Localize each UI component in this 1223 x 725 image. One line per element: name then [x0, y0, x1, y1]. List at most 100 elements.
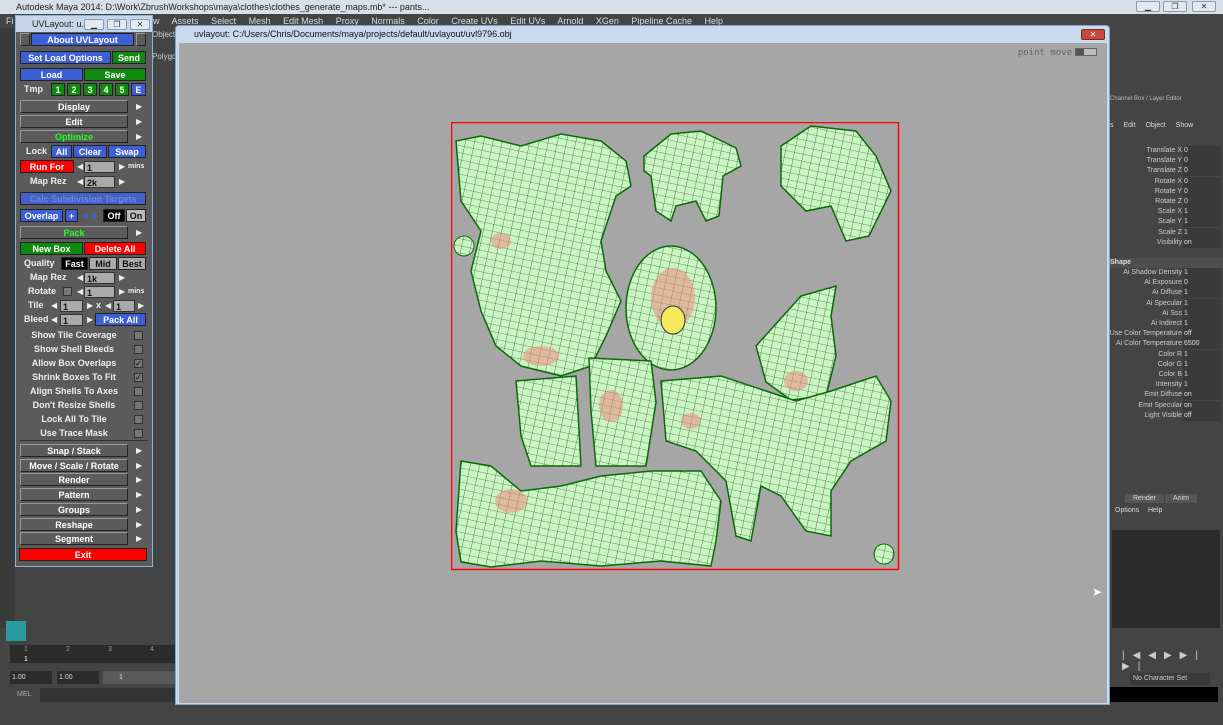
channel-row[interactable]: Translate X0 [1110, 146, 1223, 156]
channel-value[interactable]: 1 [1183, 288, 1221, 299]
lock-all-button[interactable]: All [51, 145, 72, 158]
rotate-checkbox[interactable] [63, 287, 72, 296]
panel-minimize-button[interactable]: ▁ [84, 19, 104, 30]
increment-arrow-icon[interactable]: ▶ [119, 271, 125, 284]
channel-value[interactable]: 0 [1183, 146, 1221, 156]
channel-value[interactable]: on [1183, 400, 1221, 411]
channel-row[interactable]: Ai Diffuse 1 [1110, 288, 1223, 299]
layer-menu-options[interactable]: Options [1115, 507, 1139, 514]
section-button[interactable]: Move / Scale / Rotate [20, 458, 128, 472]
command-line[interactable] [40, 688, 175, 702]
uv-shell[interactable] [455, 460, 722, 568]
tmp-slot-4[interactable]: 4 [99, 83, 113, 96]
scroll-right-handle[interactable] [136, 33, 146, 46]
channel-value[interactable]: 0 [1183, 166, 1221, 177]
tmp-slot-e[interactable]: E [131, 83, 146, 96]
calc-subdivision-targets-button[interactable]: Calc Subdivision Targets [20, 192, 146, 205]
scroll-left-handle[interactable] [20, 33, 30, 46]
uv-shell[interactable] [780, 125, 892, 242]
quality-fast[interactable]: Fast [61, 257, 88, 270]
uv-shell[interactable] [515, 375, 582, 467]
option-checkbox[interactable] [134, 415, 143, 424]
channel-value[interactable]: 1 [1183, 359, 1221, 370]
channel-row[interactable]: Light Visible off [1110, 410, 1223, 421]
increment-arrow-icon[interactable]: ▶ [87, 313, 93, 326]
expand-arrow-icon[interactable]: ▶ [136, 459, 142, 472]
channel-value[interactable]: 1 [1183, 370, 1221, 380]
save-button[interactable]: Save [84, 68, 146, 81]
expand-arrow-icon[interactable]: ▶ [136, 532, 142, 545]
channel-value[interactable]: 0 [1183, 156, 1221, 167]
channel-row[interactable]: Rotate X0 [1110, 176, 1223, 187]
panel-close-button[interactable]: ✕ [130, 19, 150, 30]
channel-row[interactable]: Ai Specular 1 [1110, 298, 1223, 309]
pack-all-button[interactable]: Pack All [95, 313, 146, 326]
expand-arrow-icon[interactable]: ▶ [136, 100, 142, 113]
optimize-section[interactable]: Optimize [20, 130, 128, 143]
channel-value[interactable]: 0 [1183, 186, 1221, 197]
channel-row[interactable]: Scale X1 [1110, 207, 1223, 218]
channel-row[interactable]: Color R1 [1110, 349, 1223, 360]
channel-row[interactable]: Translate Z0 [1110, 166, 1223, 177]
channel-row[interactable]: Ai Exposure 0 [1110, 278, 1223, 289]
channel-row[interactable]: Rotate Z0 [1110, 197, 1223, 207]
channel-value[interactable]: 1 [1183, 298, 1221, 309]
decrement-arrow-icon[interactable]: ◀ [51, 299, 57, 312]
channel-row[interactable]: Scale Z1 [1110, 227, 1223, 238]
tab-anim[interactable]: Anim [1165, 494, 1197, 503]
channel-row[interactable]: Ai Sss 1 [1110, 308, 1223, 319]
map-rez-field[interactable]: 2k [84, 176, 115, 188]
channel-value[interactable]: 0 [1183, 176, 1221, 187]
quality-mid[interactable]: Mid [89, 257, 117, 270]
option-checkbox[interactable]: ✓ [134, 359, 143, 368]
channel-row[interactable]: Color G1 [1110, 359, 1223, 370]
playback-controls[interactable]: |◀◀▶▶|▶| [1122, 650, 1223, 672]
channel-value[interactable]: 1 [1183, 308, 1221, 319]
channel-row[interactable]: Ai Indirect 1 [1110, 319, 1223, 329]
send-button[interactable]: Send [112, 51, 146, 64]
menu-object[interactable]: Object [1145, 122, 1165, 129]
uv-tile[interactable] [451, 122, 900, 571]
channel-value[interactable]: 1 [1183, 217, 1221, 228]
increment-arrow-icon[interactable]: ▶ [138, 299, 144, 312]
option-checkbox[interactable] [134, 429, 143, 438]
channel-value[interactable]: on [1183, 390, 1221, 401]
channel-row[interactable]: Rotate Y0 [1110, 186, 1223, 197]
layer-list[interactable] [1112, 530, 1220, 628]
uv-shell[interactable] [643, 130, 742, 223]
range-slider[interactable]: 1 [103, 671, 175, 684]
pack-map-rez-field[interactable]: 1k [84, 272, 115, 284]
uvlayout-close-button[interactable]: ✕ [1081, 29, 1105, 40]
character-set-dropdown[interactable]: No Character Set [1130, 673, 1210, 685]
expand-arrow-icon[interactable]: ▶ [136, 444, 142, 457]
increment-arrow-icon[interactable]: ▶ [119, 160, 125, 173]
lock-clear-button[interactable]: Clear [73, 145, 107, 158]
channel-value[interactable]: 0 [1183, 278, 1221, 289]
tile-y-field[interactable]: 1 [113, 300, 135, 312]
decrement-arrow-icon[interactable]: ◀ [51, 313, 57, 326]
section-button[interactable]: Pattern [20, 488, 128, 502]
section-button[interactable]: Reshape [20, 517, 128, 531]
edit-section[interactable]: Edit [20, 115, 128, 128]
expand-arrow-icon[interactable]: ▶ [136, 115, 142, 128]
increment-arrow-icon[interactable]: ▶ [119, 285, 125, 298]
run-for-button[interactable]: Run For [20, 160, 74, 173]
section-button[interactable]: Snap / Stack [20, 444, 128, 457]
tab-render[interactable]: Render [1125, 494, 1164, 503]
channel-value[interactable]: 1 [1183, 349, 1221, 360]
menu-edit[interactable]: Edit [1123, 122, 1135, 129]
tmp-slot-5[interactable]: 5 [115, 83, 129, 96]
menu-partial[interactable]: s [1110, 122, 1114, 129]
overlap-plus-button[interactable]: + [65, 209, 78, 222]
expand-arrow-icon[interactable]: ▶ [136, 130, 142, 143]
channel-value[interactable]: 1 [1183, 227, 1221, 238]
panel-maximize-button[interactable]: ❐ [107, 19, 127, 30]
increment-arrow-icon[interactable]: ▶ [119, 175, 125, 188]
channel-row[interactable]: Visibility on [1110, 237, 1223, 248]
channel-value[interactable]: 1 [1183, 207, 1221, 218]
minimize-button[interactable]: ▁ [1136, 1, 1160, 12]
decrement-arrow-icon[interactable]: ◀ [77, 271, 83, 284]
channel-row[interactable]: Ai Color Temperature 6500 [1110, 339, 1223, 350]
decrement-arrow-icon[interactable]: ◀ [77, 285, 83, 298]
overlap-on-toggle[interactable]: On [126, 209, 146, 222]
